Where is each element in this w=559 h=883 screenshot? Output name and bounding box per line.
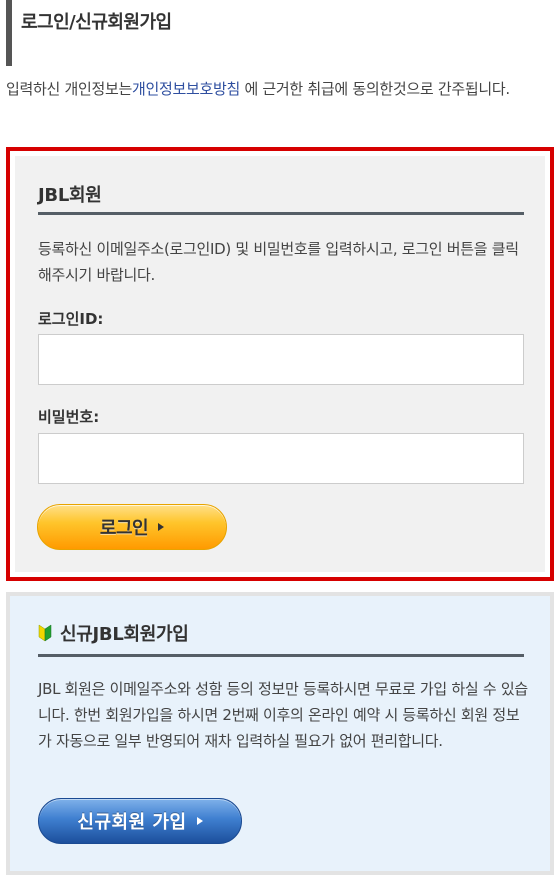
privacy-policy-link[interactable]: 개인정보보호방침 — [132, 80, 240, 98]
password-label: 비밀번호: — [38, 408, 100, 426]
signup-panel-title: 신규JBL회원가입 — [60, 624, 189, 645]
signup-description: JBL 회원은 이메일주소와 성함 등의 정보만 등록하시면 무료로 가입 하실… — [38, 680, 528, 750]
play-arrow-icon — [158, 523, 165, 531]
login-panel: JBL회원 등록하신 이메일주소(로그인ID) 및 비밀번호를 입력하시고, 로… — [6, 147, 554, 581]
privacy-notice-text-before: 입력하신 개인정보는 — [6, 80, 132, 98]
login-button-label: 로그인 — [99, 518, 149, 539]
login-button[interactable]: 로그인 — [37, 504, 227, 550]
login-panel-inner: JBL회원 등록하신 이메일주소(로그인ID) 및 비밀번호를 입력하시고, 로… — [15, 156, 545, 572]
signup-title-row: 신규JBL회원가입 — [38, 620, 189, 646]
login-instructions: 등록하신 이메일주소(로그인ID) 및 비밀번호를 입력하시고, 로그인 버튼을… — [38, 240, 519, 284]
page-heading: 로그인/신규회원가입 — [6, 0, 546, 66]
heading-accent-bar — [6, 0, 12, 66]
play-arrow-icon — [196, 817, 203, 825]
signup-button[interactable]: 신규회원 가입 — [38, 798, 242, 844]
signup-panel-divider — [38, 654, 524, 657]
page-title: 로그인/신규회원가입 — [21, 12, 172, 33]
signup-button-label: 신규회원 가입 — [77, 812, 187, 833]
login-panel-title: JBL회원 — [38, 185, 102, 206]
login-panel-divider — [38, 212, 524, 215]
login-id-label: 로그인ID: — [38, 310, 104, 328]
password-input[interactable] — [38, 433, 524, 484]
privacy-notice-text-after: 에 근거한 취급에 동의한것으로 간주됩니다. — [240, 80, 510, 98]
login-id-input[interactable] — [38, 334, 524, 385]
beginner-leaf-icon — [38, 624, 52, 642]
privacy-notice: 입력하신 개인정보는개인정보보호방침 에 근거한 취급에 동의한것으로 간주됩니… — [6, 76, 554, 102]
signup-panel: 신규JBL회원가입 JBL 회원은 이메일주소와 성함 등의 정보만 등록하시면… — [6, 592, 554, 875]
